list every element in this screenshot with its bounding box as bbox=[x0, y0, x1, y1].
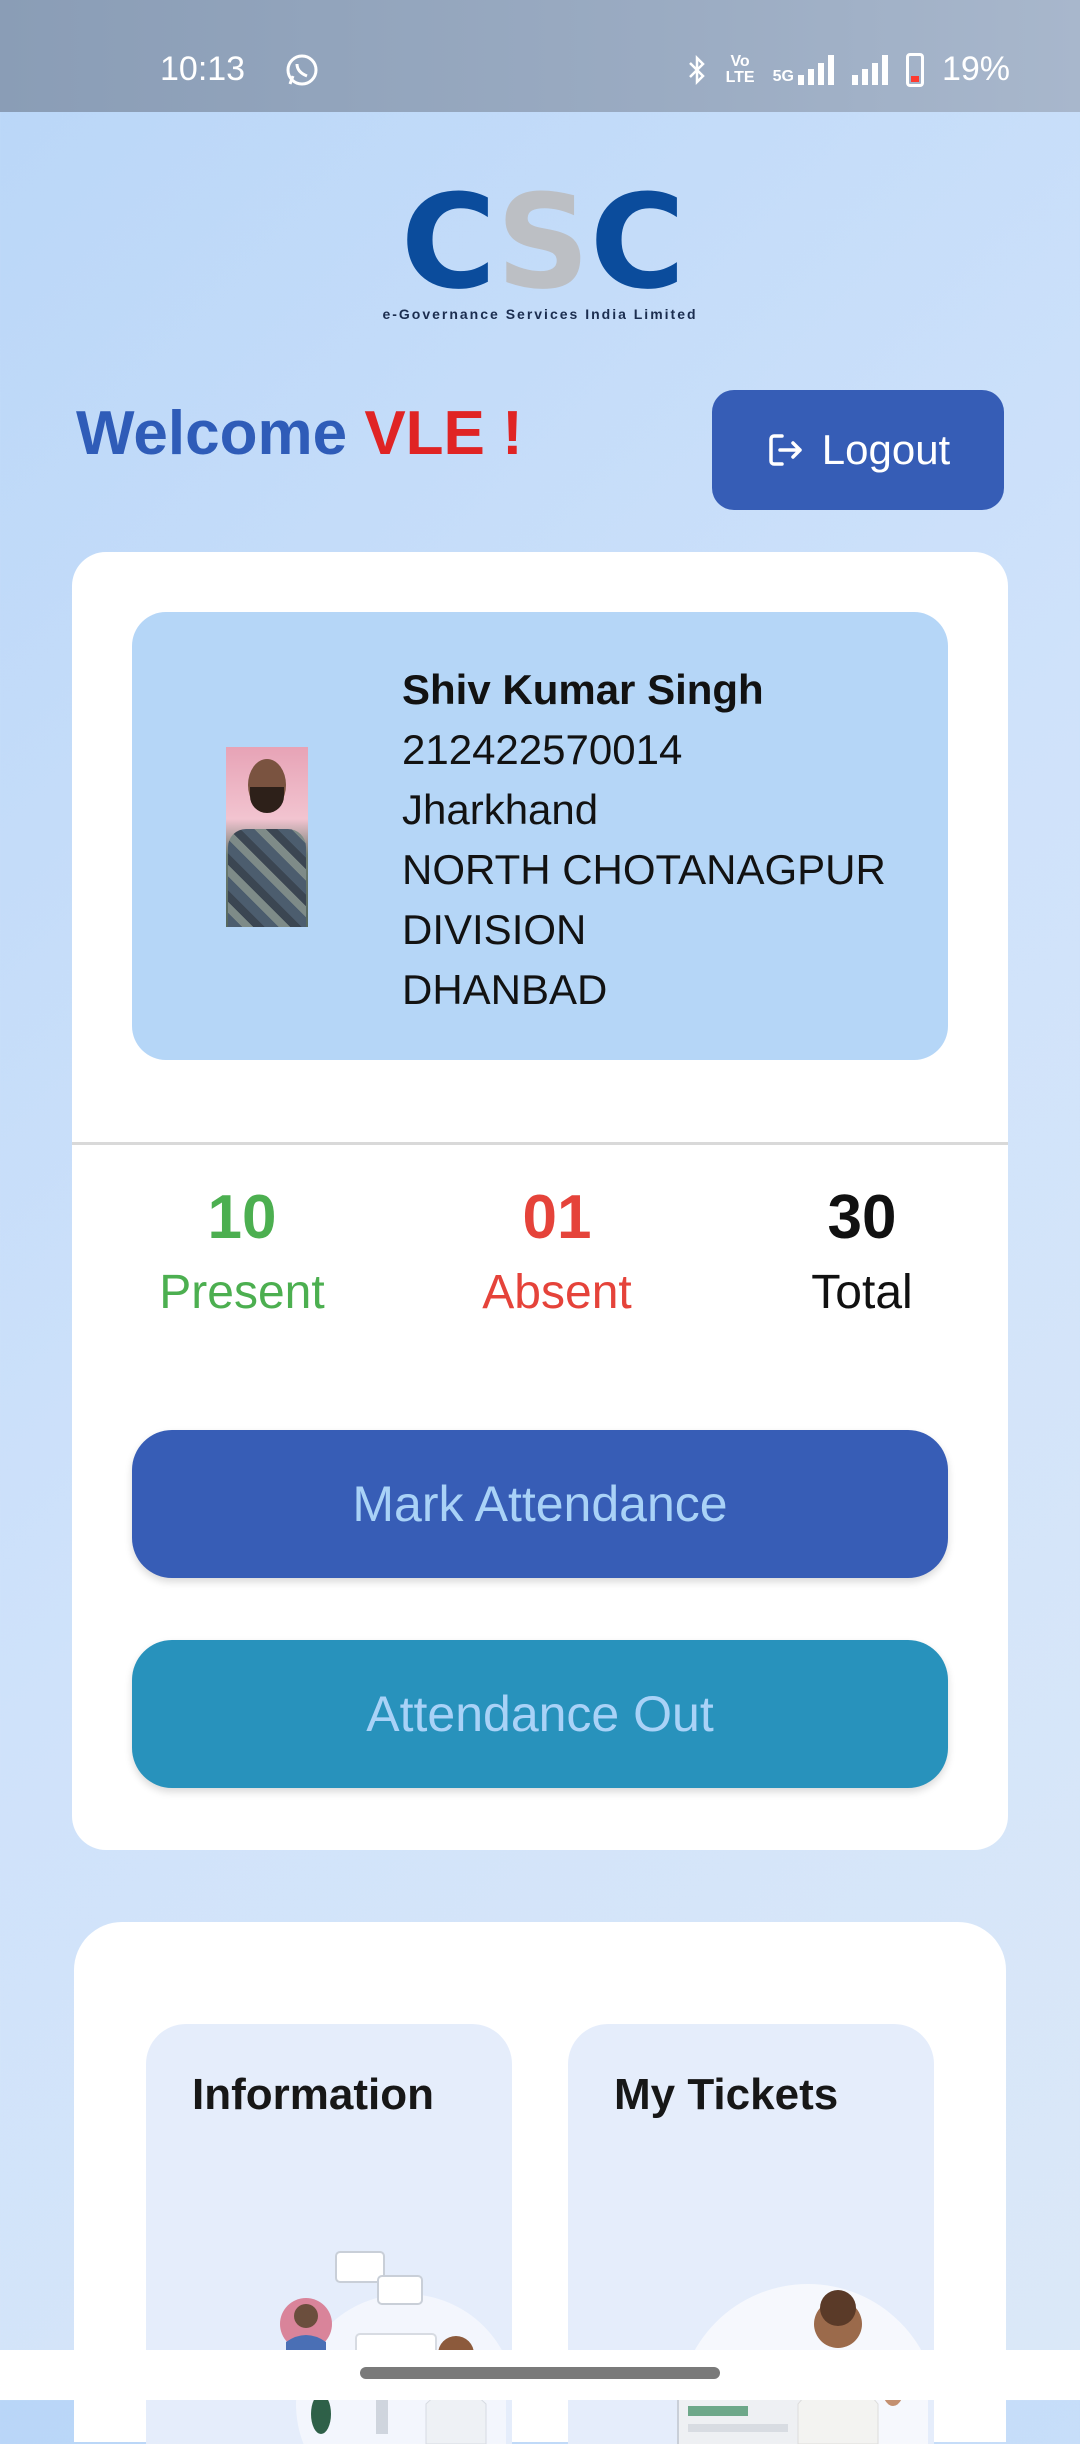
volte-icon: Vo LTE bbox=[725, 52, 755, 86]
welcome-text: Welcome bbox=[76, 399, 348, 468]
signal-icon bbox=[851, 54, 888, 85]
logout-icon bbox=[769, 434, 802, 466]
welcome-heading: Welcome VLE ! bbox=[76, 398, 523, 469]
status-icons: Vo LTE 5G 19% bbox=[686, 50, 1010, 89]
profile-division: NORTH CHOTANAGPUR bbox=[402, 846, 886, 893]
profile-state: Jharkhand bbox=[402, 786, 599, 833]
profile-photo bbox=[226, 747, 308, 927]
tickets-illustration-icon bbox=[677, 2284, 928, 2444]
status-bar: 10:13 Vo LTE 5G 19% bbox=[0, 0, 1080, 112]
welcome-user: VLE ! bbox=[364, 399, 523, 468]
battery-icon bbox=[905, 52, 924, 87]
logout-button[interactable]: Logout bbox=[712, 390, 1004, 510]
profile-district: DHANBAD bbox=[402, 966, 608, 1013]
logo-tagline: e-Governance Services India Limited bbox=[382, 306, 698, 322]
profile-name: Shiv Kumar Singh bbox=[402, 666, 764, 713]
attendance-out-button[interactable]: Attendance Out bbox=[132, 1640, 948, 1788]
logo-letter: C bbox=[400, 166, 496, 318]
absent-count: 01 bbox=[522, 1183, 592, 1252]
logout-label: Logout bbox=[821, 426, 951, 473]
total-label: Total bbox=[811, 1266, 913, 1319]
csc-logo: C S C e-Governance Services India Limite… bbox=[340, 166, 740, 336]
present-stat: 10 Present bbox=[142, 1178, 342, 1328]
absent-stat: 01 Absent bbox=[457, 1178, 657, 1328]
logo-letter: S bbox=[496, 166, 590, 318]
profile-info: Shiv Kumar Singh 212422570014 Jharkhand … bbox=[402, 660, 886, 1020]
present-label: Present bbox=[159, 1266, 325, 1319]
information-title: Information bbox=[192, 2070, 434, 2119]
mark-attendance-button[interactable]: Mark Attendance bbox=[132, 1430, 948, 1578]
battery-percent: 19% bbox=[941, 50, 1010, 88]
signal-5g-icon: 5G bbox=[773, 54, 834, 85]
absent-label: Absent bbox=[482, 1266, 632, 1319]
my-tickets-title: My Tickets bbox=[614, 2070, 839, 2119]
profile-card: Shiv Kumar Singh 212422570014 Jharkhand … bbox=[132, 612, 948, 1060]
profile-division: DIVISION bbox=[402, 906, 587, 953]
bluetooth-icon bbox=[688, 54, 705, 85]
information-illustration-icon bbox=[280, 2251, 506, 2444]
total-stat: 30 Total bbox=[772, 1178, 952, 1328]
present-count: 10 bbox=[207, 1183, 277, 1252]
divider bbox=[72, 1142, 1008, 1145]
total-count: 30 bbox=[827, 1183, 897, 1252]
home-gesture-handle[interactable] bbox=[360, 2367, 720, 2379]
attendance-card: Shiv Kumar Singh 212422570014 Jharkhand … bbox=[72, 552, 1008, 1850]
logo-letter: C bbox=[589, 166, 685, 318]
whatsapp-icon bbox=[286, 54, 318, 86]
status-time: 10:13 bbox=[160, 50, 246, 88]
profile-id: 212422570014 bbox=[402, 726, 683, 773]
